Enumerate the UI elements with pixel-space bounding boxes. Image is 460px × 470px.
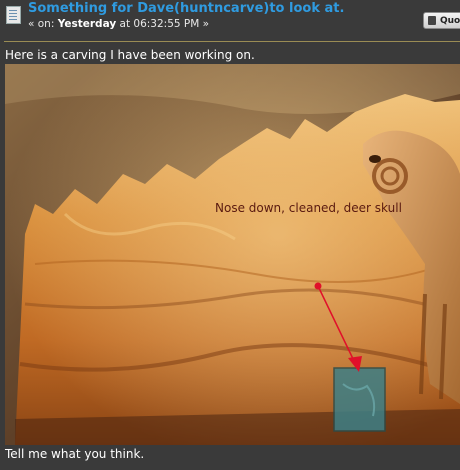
- meta-time: at 06:32:55 PM »: [116, 18, 210, 30]
- meta-day: Yesterday: [57, 18, 117, 30]
- quote-icon: [428, 16, 436, 25]
- post-intro-text: Here is a carving I have been working on…: [5, 48, 255, 62]
- post-outro-text: Tell me what you think.: [5, 447, 145, 461]
- quote-button[interactable]: Quote: [423, 12, 460, 29]
- post-header: Something for Dave(huntncarve)to look at…: [0, 0, 460, 40]
- carving-photo-drawing: [5, 64, 460, 445]
- post-meta: « on: Yesterday at 06:32:55 PM »: [28, 17, 428, 31]
- document-icon: [6, 6, 21, 24]
- quote-label: Quote: [440, 16, 460, 26]
- annotation-label: Nose down, cleaned, deer skull: [215, 201, 402, 215]
- post-divider: [4, 41, 460, 42]
- meta-prefix: « on:: [28, 18, 58, 30]
- post-subject-link[interactable]: Something for Dave(huntncarve)to look at…: [28, 1, 428, 17]
- carving-photo: [5, 64, 460, 445]
